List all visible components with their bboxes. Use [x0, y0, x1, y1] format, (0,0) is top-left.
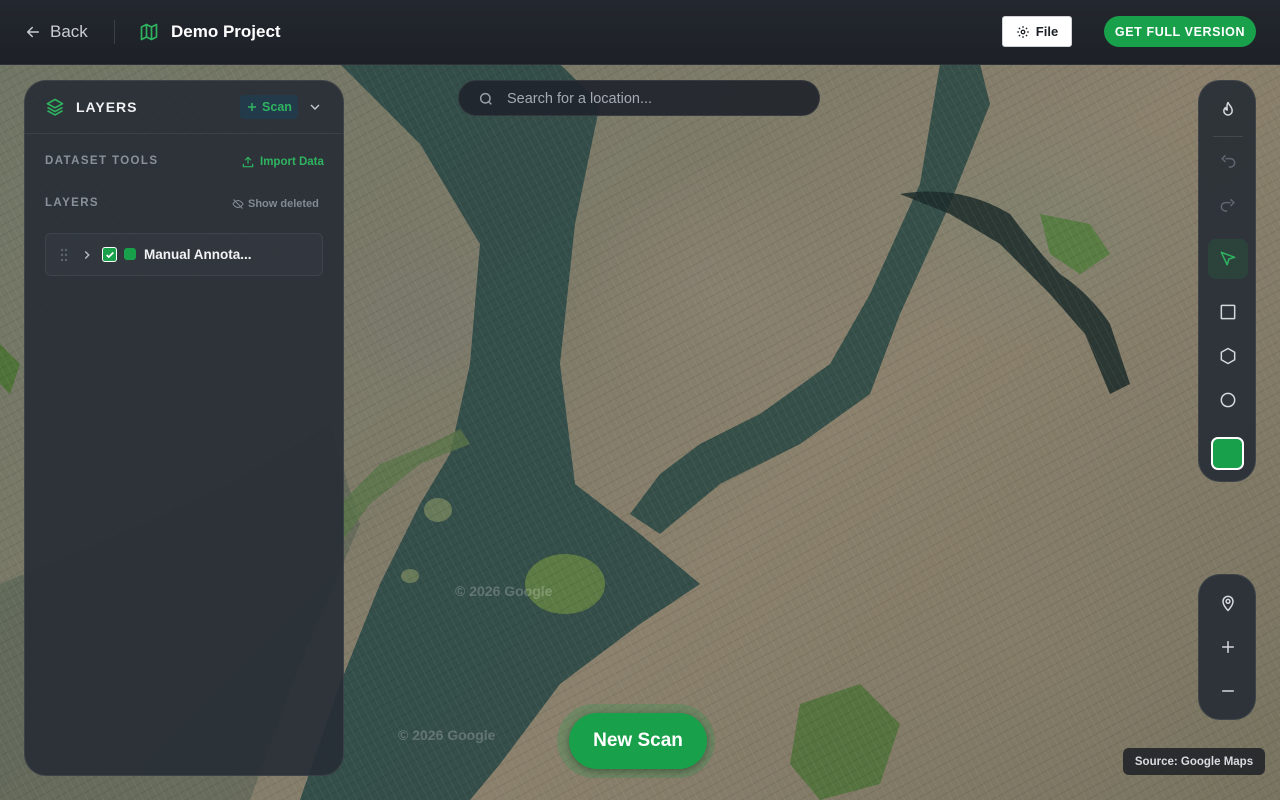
polygon-tool-button[interactable]: [1208, 336, 1248, 376]
search-input[interactable]: [505, 87, 809, 111]
layers-panel: LAYERS Scan DATASET TOOLS Import Data LA…: [24, 80, 344, 776]
circle-tool-button[interactable]: [1208, 380, 1248, 420]
map-controls: [1198, 574, 1256, 720]
chevron-right-icon[interactable]: [80, 247, 94, 263]
location-search: [458, 80, 820, 116]
zoom-in-icon: [1222, 641, 1234, 653]
import-data-button[interactable]: Import Data: [241, 155, 324, 169]
scan-button[interactable]: Scan: [240, 95, 298, 119]
drag-handle-icon[interactable]: [60, 248, 68, 262]
redo-button[interactable]: [1208, 186, 1248, 226]
arrow-left-icon: [27, 26, 39, 38]
eye-off-icon: [232, 199, 244, 209]
color-picker-button[interactable]: [1211, 437, 1244, 470]
map-watermark: © 2026 Google: [398, 727, 496, 743]
show-deleted-button[interactable]: Show deleted: [232, 198, 319, 210]
layer-name[interactable]: Manual Annota...: [144, 247, 252, 262]
back-label: Back: [50, 22, 88, 41]
new-scan-button[interactable]: New Scan: [569, 713, 707, 769]
layer-row[interactable]: Manual Annota...: [45, 233, 323, 276]
header-divider: [114, 20, 115, 44]
check-icon: [105, 251, 114, 258]
circle-icon: [1220, 392, 1236, 408]
zoom-out-button[interactable]: [1208, 671, 1248, 711]
redo-icon: [1220, 198, 1235, 212]
toolbar-separator: [1213, 136, 1243, 137]
back-button[interactable]: Back: [24, 20, 88, 44]
zoom-out-icon: [1222, 690, 1234, 692]
project-title-group: Demo Project: [139, 20, 281, 44]
layers-panel-header: LAYERS Scan: [25, 81, 343, 134]
undo-button[interactable]: [1208, 142, 1248, 182]
get-full-version-button[interactable]: GET FULL VERSION: [1104, 16, 1256, 47]
fire-tool-button[interactable]: [1208, 90, 1248, 130]
rectangle-tool-button[interactable]: [1208, 292, 1248, 332]
dataset-tools-label: DATASET TOOLS: [45, 155, 159, 167]
gear-icon: [1016, 25, 1029, 38]
search-icon: [479, 92, 492, 105]
locate-button[interactable]: [1208, 583, 1248, 623]
layers-section-label: LAYERS: [45, 197, 99, 209]
drawing-toolbar: [1198, 80, 1256, 482]
layer-visibility-checkbox[interactable]: [102, 247, 117, 262]
map-icon: [140, 23, 158, 41]
layers-icon: [46, 98, 64, 116]
plus-icon: [248, 103, 257, 111]
file-button[interactable]: File: [1002, 16, 1072, 47]
layer-color-swatch: [124, 248, 136, 260]
zoom-in-button[interactable]: [1208, 627, 1248, 667]
layers-panel-title: LAYERS: [76, 99, 138, 115]
map-source-label: Source: Google Maps: [1123, 748, 1265, 775]
project-title: Demo Project: [171, 22, 281, 41]
rectangle-icon: [1220, 304, 1236, 320]
hexagon-icon: [1220, 347, 1236, 365]
file-label: File: [1035, 24, 1059, 39]
scan-label: Scan: [262, 100, 292, 114]
undo-icon: [1221, 154, 1236, 168]
select-tool-button[interactable]: [1208, 239, 1248, 279]
select-arrow-icon: [1220, 251, 1236, 266]
location-pin-icon: [1222, 595, 1234, 612]
chevron-down-icon[interactable]: [307, 99, 323, 115]
show-deleted-label: Show deleted: [248, 198, 319, 210]
fire-icon: [1223, 101, 1233, 116]
top-bar: Back Demo Project File GET FULL VERSION: [0, 0, 1280, 65]
upload-icon: [242, 156, 254, 168]
map-watermark: © 2026 Google: [455, 583, 553, 599]
import-data-label: Import Data: [260, 156, 324, 168]
